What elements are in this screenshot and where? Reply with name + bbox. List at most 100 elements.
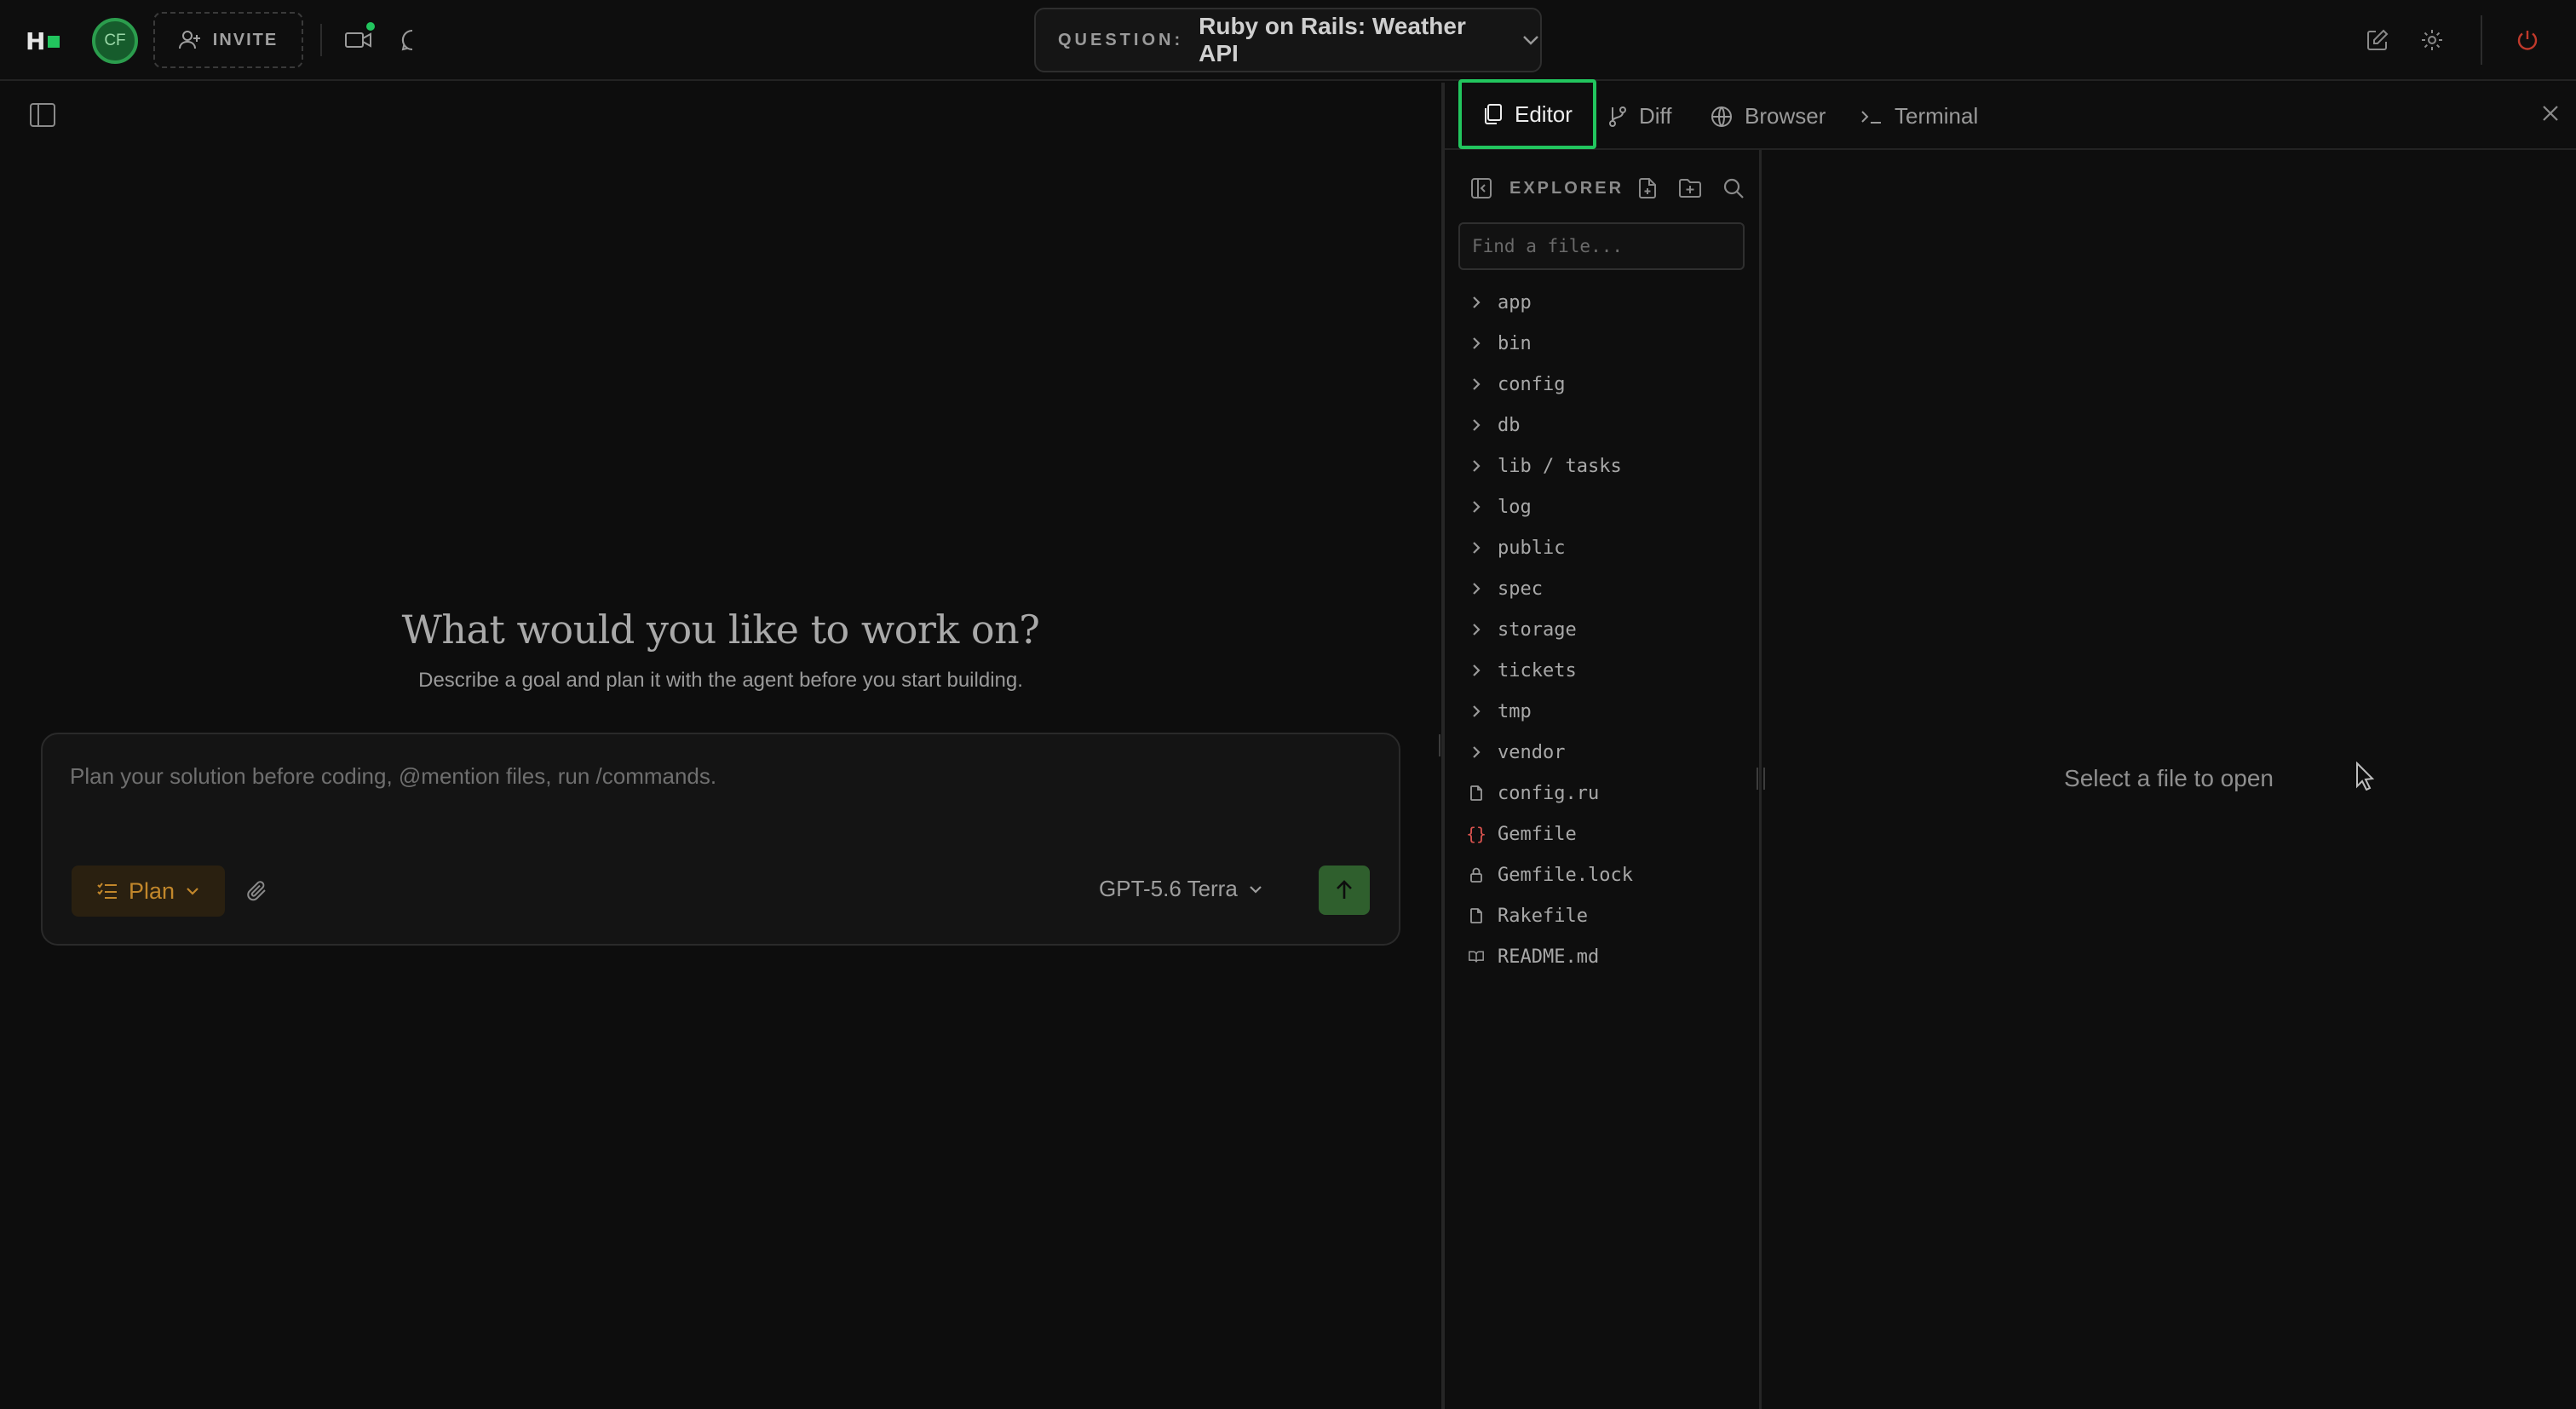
folder-item[interactable]: tickets xyxy=(1469,650,1750,691)
book-icon xyxy=(1469,948,1484,965)
folder-item[interactable]: spec xyxy=(1469,568,1750,609)
copy-files-icon xyxy=(1482,103,1503,125)
close-pane-button[interactable] xyxy=(2540,103,2561,124)
question-label: QUESTION: xyxy=(1058,30,1184,49)
git-branch-icon xyxy=(1608,106,1627,128)
chevron-right-icon xyxy=(1469,336,1484,351)
folder-item[interactable]: log xyxy=(1469,486,1750,527)
editor-area: Select a file to open xyxy=(1762,150,2576,1409)
file-item[interactable]: {} Gemfile xyxy=(1466,814,1750,854)
chevron-right-icon xyxy=(1469,295,1484,310)
file-name: spec xyxy=(1498,578,1543,600)
file-item[interactable]: Rakefile xyxy=(1469,895,1750,936)
chat-button[interactable] xyxy=(397,26,428,55)
mode-selector[interactable]: Plan xyxy=(72,866,225,917)
file-name: config.ru xyxy=(1498,782,1600,804)
search-icon[interactable] xyxy=(1722,177,1745,199)
chevron-down-icon xyxy=(1521,34,1540,46)
file-name: tmp xyxy=(1498,700,1532,722)
empty-editor-message: Select a file to open xyxy=(2064,765,2274,791)
chevron-right-icon xyxy=(1469,704,1484,719)
explorer-header: EXPLORER xyxy=(1470,175,1745,201)
file-name: storage xyxy=(1498,618,1577,641)
invite-label: INVITE xyxy=(212,30,279,49)
end-session-button[interactable] xyxy=(2511,24,2544,56)
folder-item[interactable]: app xyxy=(1469,282,1750,323)
invite-button[interactable]: INVITE xyxy=(153,12,303,68)
tab-browser[interactable]: Browser xyxy=(1711,83,1826,150)
folder-item[interactable]: public xyxy=(1469,527,1750,568)
arrow-up-icon xyxy=(1334,879,1354,901)
new-file-icon[interactable] xyxy=(1637,177,1658,199)
file-item[interactable]: Gemfile.lock xyxy=(1469,854,1750,895)
chevron-down-icon xyxy=(185,886,200,896)
file-search-input[interactable]: Find a file... xyxy=(1458,222,1745,270)
chat-bubble-icon xyxy=(400,28,424,52)
collapse-sidebar-icon[interactable] xyxy=(1470,177,1492,199)
tab-label: Terminal xyxy=(1895,103,1979,129)
folder-item[interactable]: bin xyxy=(1469,323,1750,364)
attach-file-button[interactable] xyxy=(245,879,269,903)
mode-label: Plan xyxy=(128,877,175,904)
tab-terminal[interactable]: Terminal xyxy=(1860,83,1978,150)
folder-item[interactable]: tmp xyxy=(1469,691,1750,732)
settings-button[interactable] xyxy=(2416,24,2448,56)
hero-subtitle: Describe a goal and plan it with the age… xyxy=(418,669,1023,692)
send-button[interactable] xyxy=(1319,866,1370,915)
model-selector[interactable]: GPT-5.6 Terra xyxy=(1099,876,1263,902)
tab-label: Editor xyxy=(1515,101,1573,127)
file-name: log xyxy=(1498,496,1532,518)
plan-list-icon xyxy=(96,882,118,900)
chevron-right-icon xyxy=(1469,622,1484,637)
edit-notes-button[interactable] xyxy=(2361,24,2394,56)
folder-item[interactable]: storage xyxy=(1469,609,1750,650)
file-name: config xyxy=(1498,373,1566,395)
divider xyxy=(320,24,322,56)
divider xyxy=(2481,15,2482,65)
add-user-icon xyxy=(178,30,201,50)
file-icon xyxy=(1469,907,1484,924)
file-name: tickets xyxy=(1498,659,1577,681)
workspace-pane: Editor Diff Browser Terminal EXPLORER Fi… xyxy=(1445,79,2576,1409)
folder-item[interactable]: lib / tasks xyxy=(1469,446,1750,486)
chevron-down-icon xyxy=(1248,884,1263,894)
file-name: Gemfile xyxy=(1498,823,1577,845)
file-tree: app bin config db lib / tasks log public spec st… xyxy=(1466,282,1750,977)
tab-label: Browser xyxy=(1745,103,1826,129)
live-indicator xyxy=(366,22,375,31)
top-bar: H CF INVITE QUESTION: Ruby on Rails: Wea… xyxy=(0,0,2576,81)
logo-letter: H xyxy=(26,27,46,55)
file-name: README.md xyxy=(1498,946,1600,968)
file-name: public xyxy=(1498,537,1566,559)
chevron-right-icon xyxy=(1469,377,1484,392)
folder-item[interactable]: config xyxy=(1469,364,1750,405)
power-icon xyxy=(2516,28,2539,52)
chevron-right-icon xyxy=(1469,745,1484,760)
file-explorer: EXPLORER Find a file... app bin config db li… xyxy=(1445,150,1762,1409)
question-selector[interactable]: QUESTION: Ruby on Rails: Weather API xyxy=(1034,8,1542,72)
chevron-right-icon xyxy=(1469,663,1484,678)
new-folder-icon[interactable] xyxy=(1678,178,1702,198)
chevron-right-icon xyxy=(1469,417,1484,433)
file-name: vendor xyxy=(1498,741,1566,763)
file-item[interactable]: README.md xyxy=(1469,936,1750,977)
model-label: GPT-5.6 Terra xyxy=(1099,876,1238,901)
video-call-button[interactable] xyxy=(342,22,375,55)
lock-icon xyxy=(1469,866,1484,883)
tab-editor[interactable]: Editor xyxy=(1458,79,1596,149)
folder-item[interactable]: vendor xyxy=(1469,732,1750,773)
chevron-right-icon xyxy=(1469,581,1484,596)
gear-icon xyxy=(2420,28,2444,52)
prompt-input[interactable]: Plan your solution before coding, @menti… xyxy=(70,763,716,790)
chevron-right-icon xyxy=(1469,499,1484,515)
file-item[interactable]: config.ru xyxy=(1469,773,1750,814)
paperclip-icon xyxy=(245,879,269,903)
folder-item[interactable]: db xyxy=(1469,405,1750,446)
avatar[interactable]: CF xyxy=(92,18,138,64)
file-name: db xyxy=(1498,414,1521,436)
prompt-composer: Plan your solution before coding, @menti… xyxy=(41,733,1400,946)
tab-diff[interactable]: Diff xyxy=(1608,83,1672,150)
app-logo[interactable]: H xyxy=(26,27,60,55)
globe-icon xyxy=(1711,106,1733,128)
sidebar-toggle-button[interactable] xyxy=(29,102,56,128)
